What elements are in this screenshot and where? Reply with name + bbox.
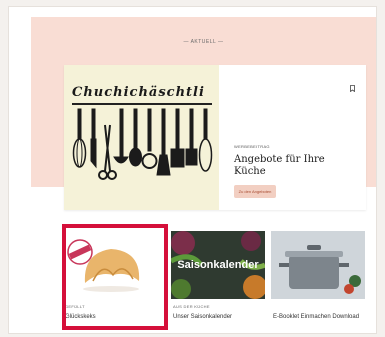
kitchen-utensils-icon	[72, 108, 213, 180]
card-kicker: AUS DER KÜCHE	[173, 304, 210, 309]
featured-card[interactable]: Chuchichäschtli WERBEBEITRAG Angebote fü…	[64, 65, 366, 210]
card-title[interactable]: Unser Saisonkalender	[173, 313, 265, 321]
highlight-frame	[62, 224, 168, 330]
page-container: — AKTUELL — Chuchichäschtli WERBEBEITRAG…	[8, 6, 377, 334]
bookmark-icon[interactable]	[350, 85, 355, 92]
angebote-button[interactable]: Zu den Angeboten	[234, 185, 276, 198]
card-title[interactable]: E-Booklet Einmachen Download	[273, 313, 365, 321]
card-image-saisonkalender[interactable]: Saisonkalender	[171, 231, 265, 299]
card-image-e-booklet[interactable]	[271, 231, 365, 299]
cooking-pot-image	[271, 231, 365, 299]
featured-image[interactable]: Chuchichäschtli	[64, 65, 219, 210]
card-saisonkalender[interactable]: Saisonkalender AUS DER KÜCHE Unser Saiso…	[171, 231, 265, 326]
saisonkalender-overlay: Saisonkalender	[177, 259, 259, 271]
featured-kicker: WERBEBEITRAG	[234, 144, 270, 149]
card-e-booklet[interactable]: E-Booklet Einmachen Download	[271, 231, 365, 326]
chuchichaeschtli-logo: Chuchichäschtli	[72, 85, 205, 100]
featured-title[interactable]: Angebote für Ihre Küche	[234, 154, 354, 178]
section-label: — AKTUELL —	[183, 39, 224, 45]
